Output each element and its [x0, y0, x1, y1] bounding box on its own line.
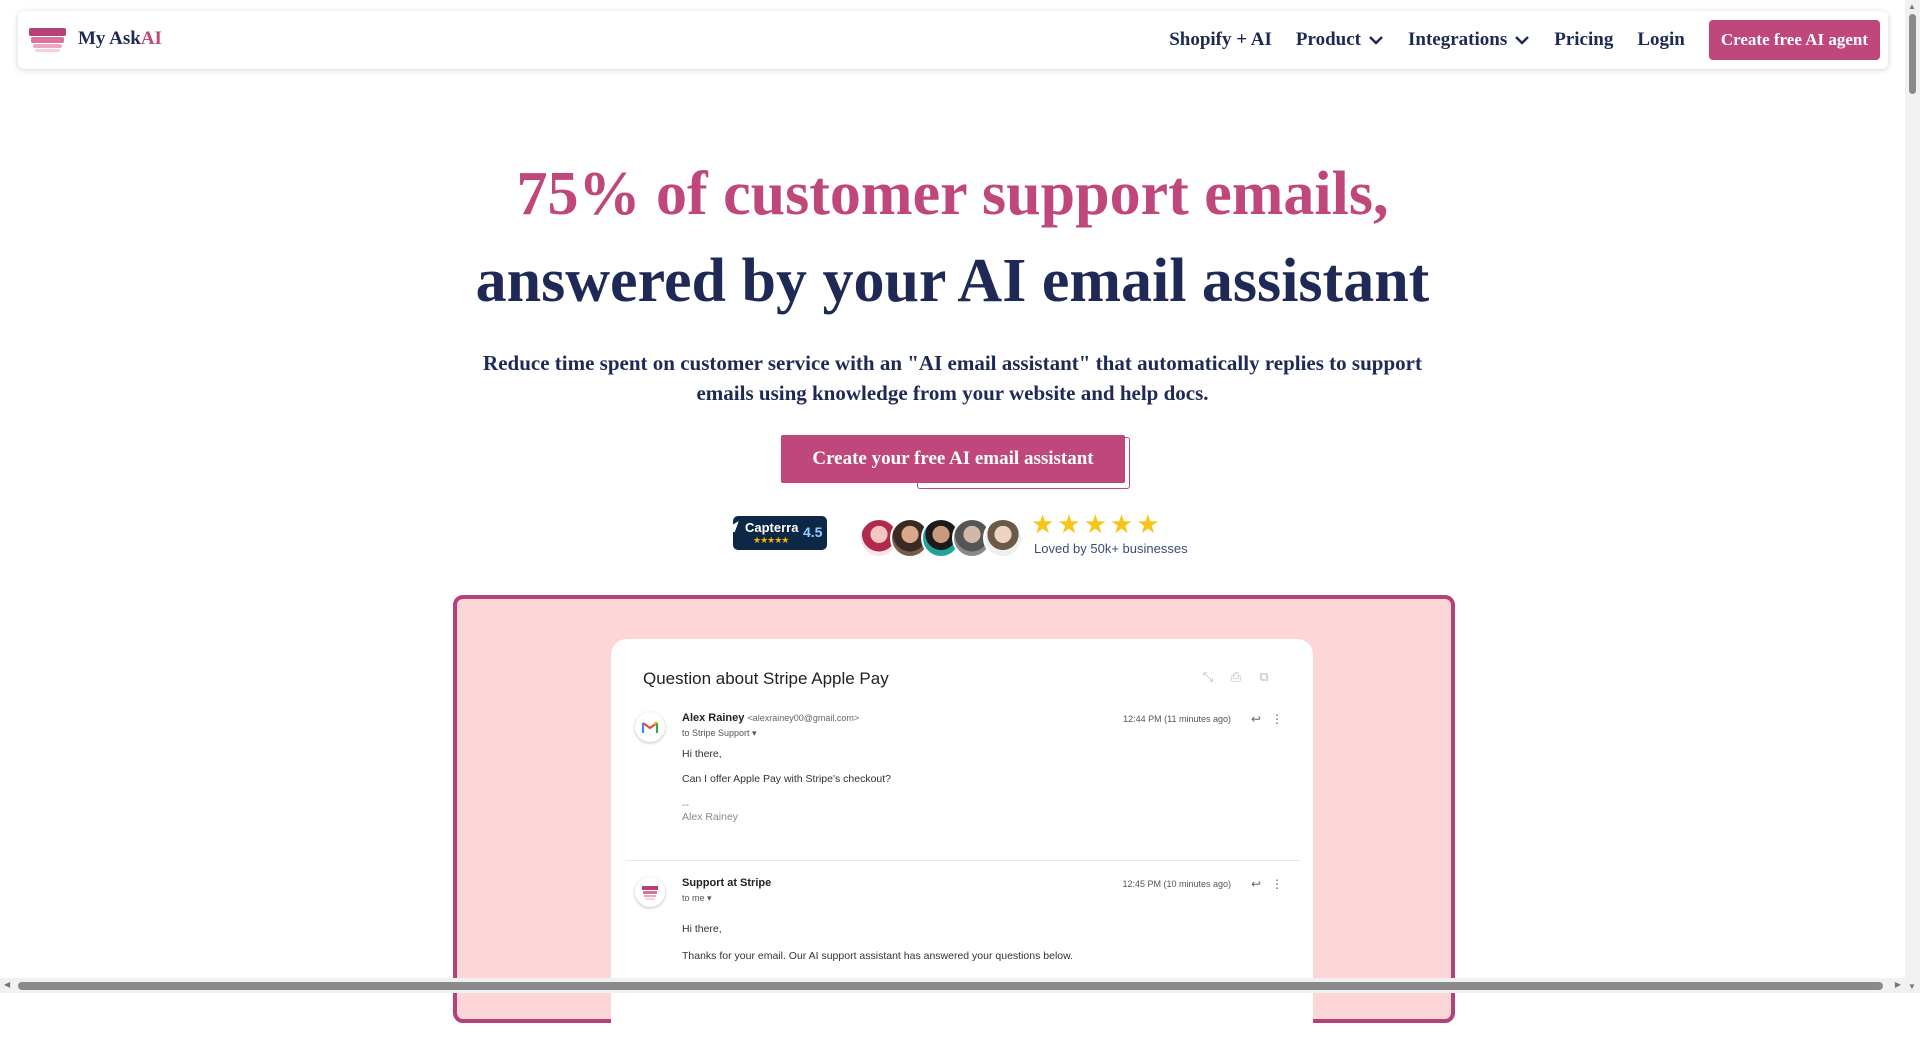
email-signature-separator: --	[682, 799, 689, 811]
hero-cta-wrapper: Create your free AI email assistant	[781, 435, 1130, 489]
email-message: Support at Stripe to me ▾ 12:45 PM (10 m…	[635, 877, 1287, 977]
scroll-right-icon[interactable]: ▶	[1895, 980, 1901, 989]
email-body-line: Hi there,	[682, 923, 722, 935]
avatar	[983, 518, 1023, 558]
nav-link-pricing[interactable]: Pricing	[1554, 29, 1613, 51]
brand-name[interactable]: My AskAI	[78, 28, 162, 50]
reply-all-icon[interactable]: ↩	[1251, 877, 1261, 891]
nav-link-shopify-ai[interactable]: Shopify + AI	[1169, 29, 1272, 51]
nav-link-login[interactable]: Login	[1637, 29, 1685, 51]
scroll-down-icon[interactable]: ▼	[1908, 982, 1916, 991]
email-subject: Question about Stripe Apple Pay	[643, 669, 889, 688]
nav-links: Shopify + AI Product Integrations Pricin…	[1169, 11, 1880, 69]
headline-line-1: 75% of customer support emails,	[516, 160, 1389, 228]
capterra-arrow-icon	[725, 517, 739, 533]
email-time: 12:45 PM (10 minutes ago)	[1122, 879, 1231, 889]
vertical-scrollbar[interactable]: ▲ ▼	[1905, 0, 1920, 993]
scrollbar-thumb[interactable]	[1909, 14, 1916, 94]
capterra-stars: ★★★★★	[753, 535, 789, 545]
message-divider	[625, 860, 1299, 861]
email-recipient[interactable]: to Stripe Support ▾	[682, 728, 757, 739]
horizontal-scrollbar[interactable]: ◀ ▶	[0, 978, 1905, 993]
create-agent-button[interactable]: Create free AI agent	[1708, 20, 1880, 60]
open-external-icon[interactable]: ⧉	[1257, 670, 1271, 684]
email-sender: Alex Rainey <alexrainey00@gmail.com>	[682, 712, 860, 724]
capterra-name: Capterra	[745, 520, 799, 535]
capterra-badge[interactable]: Capterra ★★★★★ 4.5	[725, 516, 827, 550]
email-body-line: Hi there,	[682, 748, 722, 760]
collapse-icon[interactable]: ⤡	[1201, 670, 1215, 684]
email-recipient[interactable]: to me ▾	[682, 893, 712, 904]
rating-stars: ★★★★★	[1031, 510, 1163, 540]
loved-by-text: Loved by 50k+ businesses	[1034, 541, 1188, 556]
more-options-icon[interactable]: ⋮	[1271, 877, 1283, 891]
print-icon[interactable]: ⎙	[1229, 670, 1243, 684]
email-message: Alex Rainey <alexrainey00@gmail.com> to …	[635, 712, 1287, 842]
scroll-up-icon[interactable]: ▲	[1908, 2, 1916, 11]
scrollbar-thumb[interactable]	[18, 982, 1883, 990]
email-signature: Alex Rainey	[682, 811, 739, 823]
brand-avatar-icon	[635, 877, 665, 907]
email-time: 12:44 PM (11 minutes ago)	[1123, 714, 1231, 724]
scroll-left-icon[interactable]: ◀	[4, 980, 10, 989]
chevron-down-icon	[1515, 36, 1530, 45]
nav-link-product[interactable]: Product	[1296, 29, 1384, 51]
reply-icon[interactable]: ↩	[1251, 712, 1261, 726]
email-sender: Support at Stripe	[682, 877, 772, 889]
customer-avatars	[859, 518, 1024, 558]
email-body-line: Thanks for your email. Our AI support as…	[682, 950, 1074, 962]
top-navbar: My AskAI Shopify + AI Product Integratio…	[18, 11, 1888, 69]
nav-link-integrations[interactable]: Integrations	[1408, 29, 1530, 51]
create-email-assistant-button[interactable]: Create your free AI email assistant	[781, 435, 1125, 483]
logo-icon[interactable]	[29, 28, 66, 52]
capterra-score: 4.5	[803, 524, 823, 540]
hero-subtitle: Reduce time spent on customer service wi…	[483, 351, 1422, 405]
email-body-line: Can I offer Apple Pay with Stripe's chec…	[682, 773, 892, 785]
email-toolbar: ⤡ ⎙ ⧉	[1201, 670, 1271, 684]
more-options-icon[interactable]: ⋮	[1271, 712, 1283, 726]
chevron-down-icon	[1369, 36, 1383, 45]
gmail-avatar-icon	[635, 712, 665, 742]
demo-frame: Question about Stripe Apple Pay ⤡ ⎙ ⧉ Al…	[453, 595, 1455, 1039]
headline-line-2: answered by your AI email assistant	[475, 247, 1430, 315]
